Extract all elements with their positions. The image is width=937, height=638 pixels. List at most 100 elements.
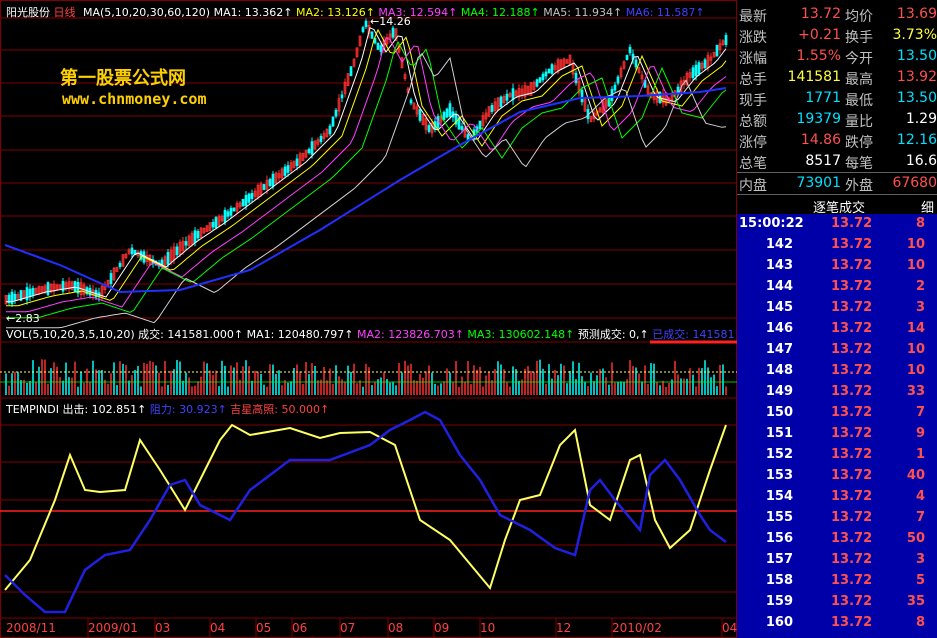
trade-row[interactable]: 154 13.72 4 — [737, 487, 937, 508]
candle-body — [307, 148, 311, 154]
trade-row[interactable]: 152 13.72 1 — [737, 445, 937, 466]
trade-row[interactable]: 142 13.72 10 — [737, 235, 937, 256]
quote-label: 最高 — [845, 72, 873, 88]
trade-row[interactable]: 149 13.72 33 — [737, 382, 937, 403]
candle-body — [229, 207, 233, 216]
quote-row: 总笔 8517 每笔 16.6 — [737, 151, 937, 174]
trade-row[interactable]: 15:00:22 13.72 8 — [737, 214, 937, 235]
trade-row[interactable]: 145 13.72 3 — [737, 298, 937, 319]
candle-body — [478, 120, 482, 130]
candle-body — [505, 93, 509, 101]
trade-volume: 3 — [915, 300, 925, 315]
quote-value: 1771 — [805, 90, 841, 106]
trade-price: 13.72 — [831, 363, 873, 378]
quote-value: 1.29 — [905, 111, 937, 127]
trade-volume: 10 — [906, 363, 925, 378]
chart-area[interactable]: 阳光股份 日线 MA(5,10,20,30,60,120) MA1: 13.36… — [0, 0, 744, 638]
candle-body — [250, 192, 254, 200]
trade-volume: 3 — [915, 552, 925, 567]
quote-label: 涨停 — [739, 135, 767, 151]
trade-row[interactable]: 150 13.72 7 — [737, 403, 937, 424]
trade-time: 154 — [765, 489, 793, 504]
trade-time: 159 — [765, 594, 793, 609]
candle-body — [334, 109, 338, 117]
candle-body — [244, 195, 248, 206]
quote-row: 涨停 14.86 跌停 12.16 — [737, 130, 937, 153]
trade-row[interactable]: 146 13.72 14 — [737, 319, 937, 340]
candle-body — [13, 293, 17, 301]
candle-body — [361, 27, 365, 33]
trade-price: 13.72 — [831, 552, 873, 567]
trade-time: 150 — [765, 405, 793, 420]
vol-value-0: 成交: 141581.000↑ — [138, 328, 247, 341]
trade-time: 147 — [765, 342, 793, 357]
x-label-6: 07 — [340, 621, 356, 635]
trade-price: 13.72 — [831, 342, 873, 357]
candle-body — [295, 158, 299, 166]
quote-value: 141581 — [787, 69, 841, 85]
trade-volume: 4 — [915, 489, 925, 504]
candle-body — [448, 103, 452, 117]
period-label[interactable]: 日线 — [54, 6, 76, 19]
x-label-2: 03 — [155, 621, 171, 635]
trade-time: 152 — [765, 447, 793, 462]
trade-row[interactable]: 156 13.72 50 — [737, 529, 937, 550]
trade-time: 155 — [765, 510, 793, 525]
quote-value: 1.55% — [796, 48, 841, 64]
trade-row[interactable]: 143 13.72 10 — [737, 256, 937, 277]
trade-price: 13.72 — [831, 594, 873, 609]
ma6-line — [4, 87, 727, 294]
quote-value: 3.73% — [892, 27, 937, 43]
quote-value: 12.16 — [896, 132, 937, 148]
vol-value-3: MA3: 130602.148↑ — [467, 328, 578, 341]
trade-volume: 40 — [906, 468, 925, 483]
ma-values: MA1: 13.362↑ MA2: 13.126↑ MA3: 12.594↑ M… — [214, 6, 705, 19]
ma-value-4: MA5: 11.934↑ — [543, 6, 626, 19]
trade-volume: 5 — [915, 573, 925, 588]
trade-price: 13.72 — [831, 447, 873, 462]
trade-volume: 50 — [906, 531, 925, 546]
trade-volume: 8 — [915, 615, 925, 630]
candle-body — [223, 209, 227, 223]
trade-row[interactable]: 160 13.72 8 — [737, 613, 937, 634]
candle-body — [73, 281, 77, 293]
trade-row[interactable]: 151 13.72 9 — [737, 424, 937, 445]
chart-header: 阳光股份 日线 MA(5,10,20,30,60,120) MA1: 13.36… — [6, 4, 705, 20]
ind-value-1: 阻力: 30.923↑ — [149, 403, 231, 416]
trade-volume: 10 — [906, 342, 925, 357]
indicator-zuli-line — [4, 410, 727, 614]
trade-volume: 7 — [915, 510, 925, 525]
candle-body — [544, 71, 548, 77]
low-marker-value: 2.83 — [15, 312, 40, 325]
candle-body — [370, 31, 374, 39]
trade-price: 13.72 — [831, 237, 873, 252]
quote-row: 涨跌 +0.21 换手 3.73% — [737, 25, 937, 48]
trade-row[interactable]: 158 13.72 5 — [737, 571, 937, 592]
quote-value: 13.50 — [896, 48, 937, 64]
trade-row[interactable]: 147 13.72 10 — [737, 340, 937, 361]
trade-row[interactable]: 157 13.72 3 — [737, 550, 937, 571]
trade-row[interactable]: 144 13.72 2 — [737, 277, 937, 298]
quote-label: 跌停 — [845, 135, 873, 151]
trades-list[interactable]: 15:00:22 13.72 8 142 13.72 10 143 13.72 10 144 13.… — [737, 214, 937, 638]
candle-body — [283, 166, 287, 176]
vol-value-1: MA1: 120480.797↑ — [246, 328, 357, 341]
trade-time: 146 — [765, 321, 793, 336]
trade-price: 13.72 — [831, 426, 873, 441]
candle-body — [427, 125, 431, 132]
candle-body — [214, 217, 218, 229]
candle-body — [499, 96, 503, 107]
trade-price: 13.72 — [831, 279, 873, 294]
candle-body — [211, 221, 215, 228]
trade-volume: 10 — [906, 237, 925, 252]
trade-price: 13.72 — [831, 468, 873, 483]
quote-row: 总手 141581 最高 13.92 — [737, 67, 937, 90]
trade-row[interactable]: 159 13.72 35 — [737, 592, 937, 613]
stock-title: 阳光股份 — [6, 6, 50, 19]
trade-row[interactable]: 148 13.72 10 — [737, 361, 937, 382]
candle-body — [574, 72, 578, 84]
trade-row[interactable]: 155 13.72 7 — [737, 508, 937, 529]
candle-body — [703, 59, 707, 69]
trade-row[interactable]: 153 13.72 40 — [737, 466, 937, 487]
quote-panel: 最新 13.72 均价 13.69 涨跌 +0.21 换手 3.73% 涨幅 1.55% 今开 13.… — [737, 0, 937, 638]
